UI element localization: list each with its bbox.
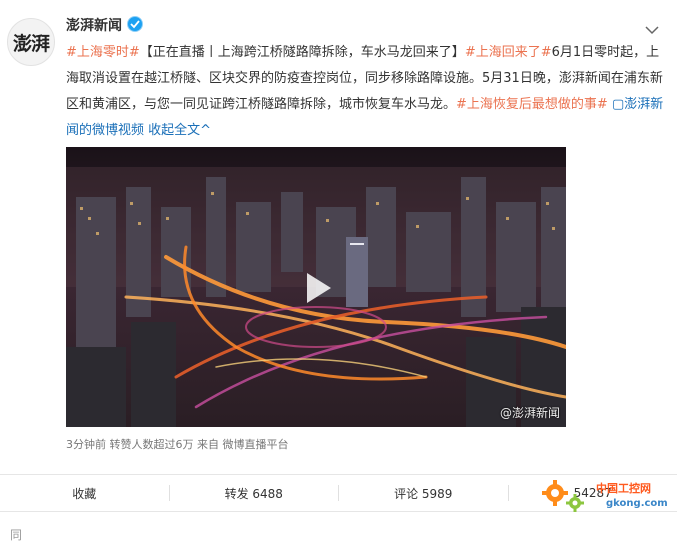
logo-domain: gkong.com	[606, 498, 668, 509]
gear-icon	[566, 494, 584, 512]
comment-button[interactable]: 评论 5989	[339, 485, 508, 502]
topic-link[interactable]: #上海恢复后最想做的事#	[456, 97, 608, 112]
site-watermark-logo: 中国工控网 gkong.com	[542, 478, 672, 518]
logo-text: 中国工控网	[596, 480, 651, 496]
topic-link[interactable]: #上海零时#	[66, 45, 140, 60]
avatar-text: 澎湃	[13, 29, 49, 56]
post-text: #上海零时#【正在直播丨上海跨江桥隧路障拆除，车水马龙回来了】#上海回来了#6月…	[66, 40, 666, 144]
play-icon[interactable]	[295, 267, 337, 309]
chevron-down-icon[interactable]	[645, 20, 659, 30]
topic-link[interactable]: #上海回来了#	[465, 45, 552, 60]
video-watermark: @澎湃新闻	[500, 404, 560, 421]
post-body: 【正在直播丨上海跨江桥隧路障拆除，车水马龙回来了】	[140, 45, 465, 60]
video-player[interactable]: @澎湃新闻	[66, 147, 566, 427]
collapse-link[interactable]: 收起全文^	[148, 123, 211, 138]
avatar[interactable]: 澎湃	[7, 18, 55, 66]
post-meta: 3分钟前 转赞人数超过6万 来自 微博直播平台	[66, 436, 289, 452]
author-name[interactable]: 澎湃新闻	[66, 15, 122, 35]
verified-icon	[127, 16, 143, 32]
repost-button[interactable]: 转发 6488	[170, 485, 339, 502]
gear-icon	[542, 480, 568, 506]
bottom-text: 同	[10, 526, 22, 543]
favorite-button[interactable]: 收藏	[0, 485, 169, 502]
